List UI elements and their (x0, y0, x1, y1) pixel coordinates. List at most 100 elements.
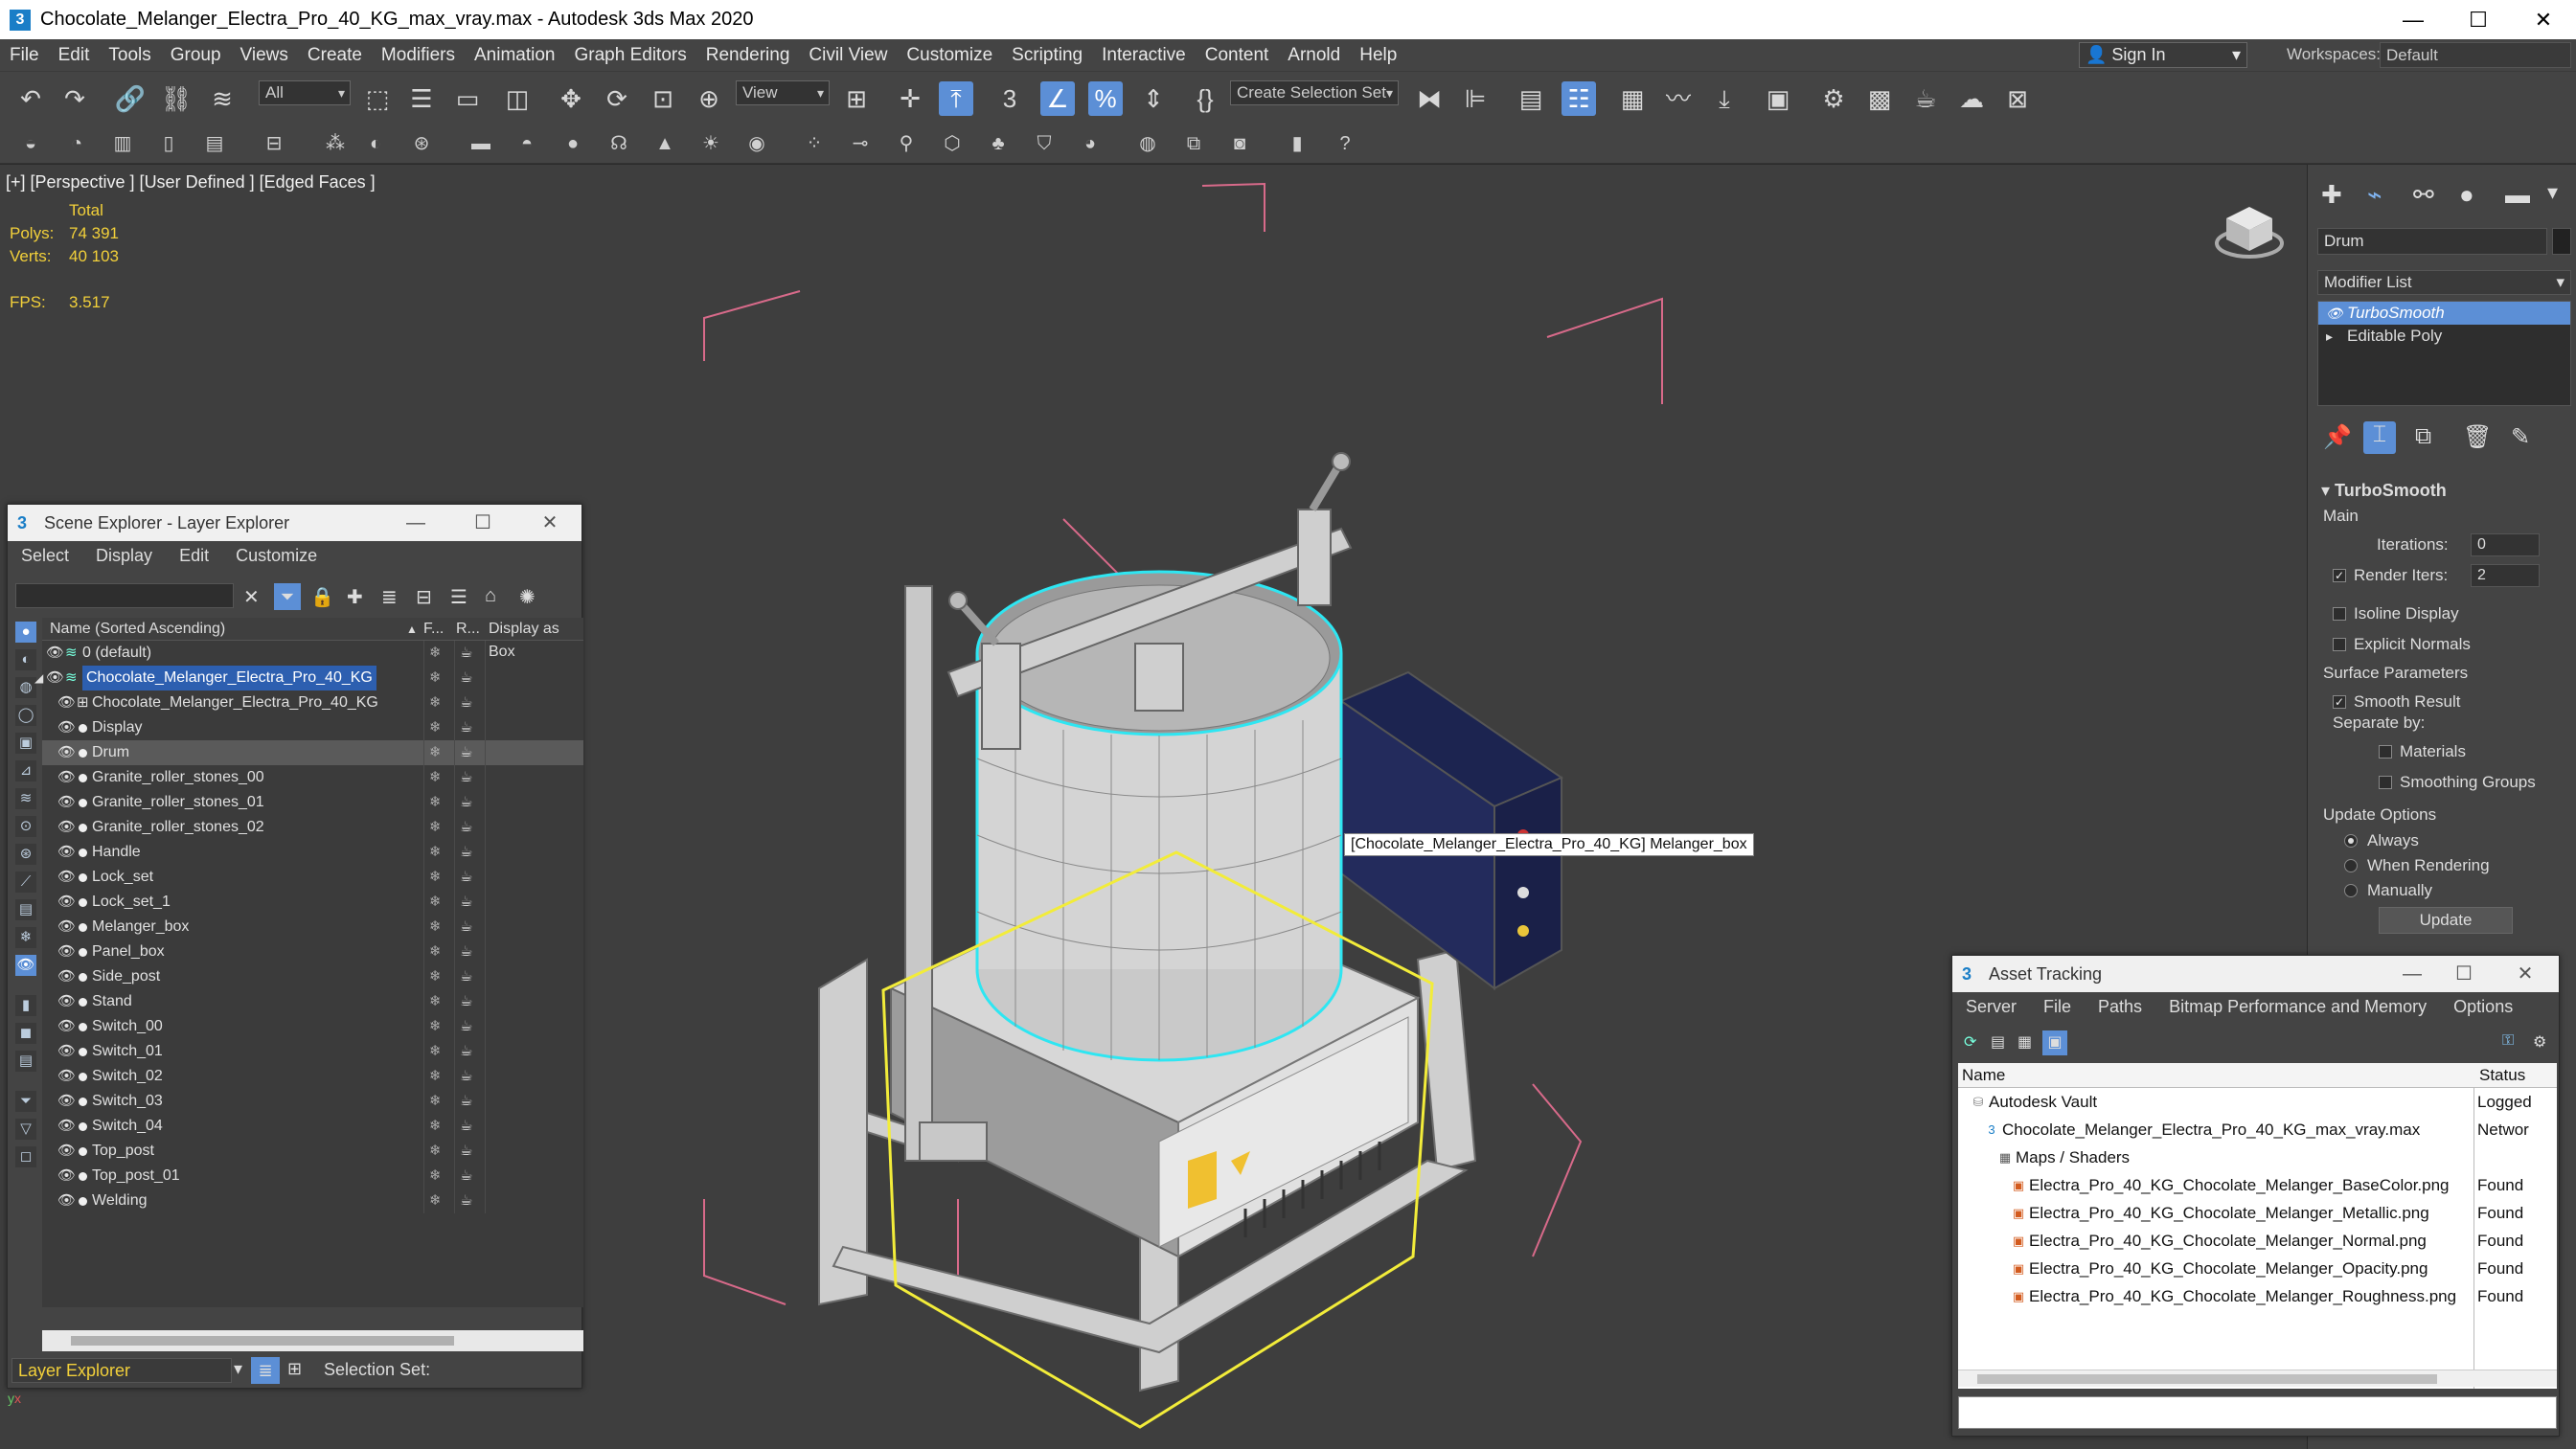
renderable-toggle-icon[interactable]: ☕ (460, 1164, 472, 1189)
vray-settings-icon[interactable]: ▮ (1284, 130, 1311, 157)
eye-icon[interactable]: 👁 (2326, 302, 2343, 325)
when-rendering-radio[interactable] (2344, 858, 2358, 872)
renderable-toggle-icon[interactable]: ☕ (460, 815, 472, 840)
freeze-toggle-icon[interactable]: ❄ (429, 666, 442, 691)
menu-rendering[interactable]: Rendering (696, 45, 800, 66)
display-groups-icon[interactable]: ⊙ (15, 816, 36, 837)
eye-icon[interactable]: 👁 (57, 890, 76, 915)
column-freeze-header[interactable]: F... (423, 618, 444, 641)
reference-coord-select[interactable]: View (736, 80, 830, 105)
eye-icon[interactable]: 👁 (57, 1139, 76, 1164)
filter-icon[interactable]: ⏷ (274, 583, 301, 610)
viewcube-icon[interactable] (2211, 197, 2288, 264)
renderable-toggle-icon[interactable]: ☕ (460, 1064, 472, 1089)
layer-tree-row[interactable]: 👁 Stand ❄ ☕ (42, 989, 583, 1014)
rollout-title[interactable]: ▾ TurboSmooth (2317, 481, 2571, 501)
renderable-toggle-icon[interactable]: ☕ (460, 964, 472, 989)
sunburst-icon[interactable]: ✺ (519, 585, 536, 609)
layer-tree-row[interactable]: 👁 ⊞ Chocolate_Melanger_Electra_Pro_40_KG ❄ ☕ (42, 691, 583, 715)
display-hidden-icon[interactable]: 👁 (15, 955, 36, 976)
rect-selection-icon[interactable]: ▭ (450, 81, 485, 116)
eye-icon[interactable]: 👁 (57, 691, 76, 715)
menu-content[interactable]: Content (1196, 45, 1279, 66)
freeze-toggle-icon[interactable]: ❄ (429, 1139, 442, 1164)
align-icon[interactable]: ⊫ (1458, 81, 1493, 116)
freeze-toggle-icon[interactable]: ❄ (429, 840, 442, 865)
asset-table-row[interactable]: ▣ Electra_Pro_40_KG_Chocolate_Melanger_Ba… (1958, 1171, 2557, 1199)
scrollbar-thumb[interactable] (1977, 1374, 2437, 1384)
render-iters-spinner[interactable]: 2 (2471, 564, 2540, 587)
menu-graph-editors[interactable]: Graph Editors (565, 45, 696, 66)
display-all-icon[interactable]: ● (15, 622, 36, 643)
renderable-toggle-icon[interactable]: ☕ (460, 765, 472, 790)
layer-tree-row[interactable]: 👁 Display ❄ ☕ (42, 715, 583, 740)
menu-file[interactable]: File (0, 45, 49, 66)
close-icon[interactable]: ✕ (2511, 0, 2576, 39)
eye-icon[interactable]: 👁 (57, 940, 76, 964)
ribbon-icon[interactable]: ▦ (1615, 81, 1650, 116)
column-name-header[interactable]: Name (Sorted Ascending) (50, 618, 225, 641)
layer-tree-row[interactable]: 👁 Granite_roller_stones_00 ❄ ☕ (42, 765, 583, 790)
eye-icon[interactable]: 👁 (57, 815, 76, 840)
layer-tree-row[interactable]: 👁 Welding ❄ ☕ (42, 1189, 583, 1213)
help-icon[interactable]: ? (1332, 130, 1358, 157)
eye-icon[interactable]: 👁 (46, 641, 64, 666)
vray-material-icon[interactable]: ⛉ (1031, 130, 1058, 157)
iterations-spinner[interactable]: 0 (2471, 533, 2540, 556)
vray-proxy-icon[interactable]: ⁂ (322, 130, 349, 157)
freeze-toggle-icon[interactable]: ❄ (429, 765, 442, 790)
menu-server[interactable]: Server (1952, 997, 2030, 1017)
display-dependents-icon[interactable]: ▤ (15, 1051, 36, 1072)
freeze-toggle-icon[interactable]: ❄ (429, 1064, 442, 1089)
object-color-swatch[interactable] (2552, 228, 2571, 255)
list-view-icon[interactable]: ▤ (1991, 1032, 2005, 1052)
layer-manager-icon[interactable]: ▤ (1514, 81, 1548, 116)
pivot-center-icon[interactable]: ⊞ (839, 81, 874, 116)
menu-paths[interactable]: Paths (2085, 997, 2155, 1017)
freeze-toggle-icon[interactable]: ❄ (429, 815, 442, 840)
vray-teapot-icon[interactable]: ◒ (17, 130, 44, 157)
freeze-toggle-icon[interactable]: ❄ (429, 890, 442, 915)
make-unique-icon[interactable]: ⧉ (2415, 423, 2431, 450)
menu-file[interactable]: File (2030, 997, 2085, 1017)
spinner-snap-icon[interactable]: ⇕ (1136, 81, 1171, 116)
freeze-toggle-icon[interactable]: ❄ (429, 691, 442, 715)
renderable-toggle-icon[interactable]: ☕ (460, 1039, 472, 1064)
vray-dome-light-icon[interactable]: ◓ (513, 130, 540, 157)
freeze-toggle-icon[interactable]: ❄ (429, 1114, 442, 1139)
filter-funnel-icon[interactable]: ▽ (15, 1119, 36, 1140)
window-crossing-icon[interactable]: ◫ (500, 81, 535, 116)
display-shapes-icon[interactable]: ◍ (15, 677, 36, 698)
object-name-field[interactable]: Drum (2317, 228, 2547, 255)
eye-icon[interactable]: 👁 (57, 915, 76, 940)
explorer-type-select[interactable]: Layer Explorer (11, 1358, 232, 1383)
place-icon[interactable]: ⊕ (692, 81, 726, 116)
renderable-toggle-icon[interactable]: ☕ (460, 715, 472, 740)
sort-by-layer-icon[interactable]: ≣ (251, 1357, 280, 1384)
vray-fur-icon[interactable]: ⁘ (801, 130, 828, 157)
renderable-toggle-icon[interactable]: ☕ (460, 1089, 472, 1114)
close-icon[interactable]: ✕ (2506, 956, 2544, 992)
layer-tree-row[interactable]: 👁 Top_post ❄ ☕ (42, 1139, 583, 1164)
menu-customize[interactable]: Customize (222, 546, 331, 566)
asset-table-row[interactable]: ▦ Maps / Shaders (1958, 1143, 2557, 1171)
snaps-toggle-icon[interactable]: 3 (992, 81, 1027, 116)
freeze-toggle-icon[interactable]: ❄ (429, 1039, 442, 1064)
layer-tree-row[interactable]: 👁 Switch_02 ❄ ☕ (42, 1064, 583, 1089)
sort-by-hierarchy-icon[interactable]: ⊞ (287, 1359, 302, 1379)
layer-tree-row[interactable]: 👁 Lock_set ❄ ☕ (42, 865, 583, 890)
a360-gallery-icon[interactable]: ⊠ (2000, 81, 2035, 116)
renderable-toggle-icon[interactable]: ☕ (460, 890, 472, 915)
edit-named-sets-icon[interactable]: {} (1188, 81, 1222, 116)
column-status-header[interactable]: Status (2479, 1063, 2525, 1088)
freeze-toggle-icon[interactable]: ❄ (429, 865, 442, 890)
asset-tracking-titlebar[interactable]: 3 Asset Tracking — ☐ ✕ (1952, 956, 2559, 992)
display-containers-icon[interactable]: ▤ (15, 899, 36, 920)
layer-highlight-icon[interactable]: ⌂ (485, 585, 496, 607)
renderable-toggle-icon[interactable]: ☕ (460, 1114, 472, 1139)
vray-physical-camera-icon[interactable]: ⚲ (893, 130, 920, 157)
renderable-toggle-icon[interactable]: ☕ (460, 691, 472, 715)
pin-stack-icon[interactable]: 📌 (2323, 423, 2352, 451)
freeze-toggle-icon[interactable]: ❄ (429, 915, 442, 940)
rendered-frame-window-icon[interactable]: ▩ (1862, 81, 1897, 116)
